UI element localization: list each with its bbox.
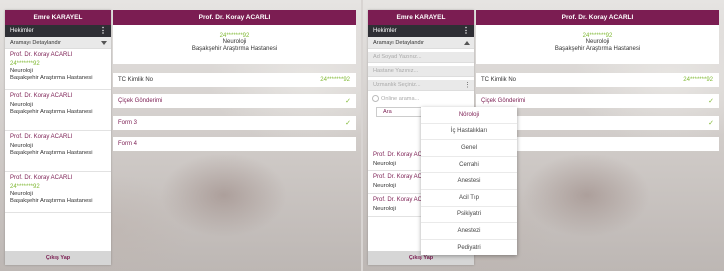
doctor-hospital: Başakşehir Araştırma Hastanesi [554,46,641,52]
chevron-up-icon [464,41,470,45]
doctor-dept: Neuroloji [585,39,610,45]
radio-icon [372,95,379,102]
doctor-dept: Neuroloji [10,143,33,149]
online-option[interactable]: Online arama... [372,95,419,102]
row-form4[interactable]: Form 4 [113,137,356,151]
doctor-name: Prof. Dr. Koray ACARLI [10,93,73,99]
dropdown-option[interactable]: Cerrahi [421,157,517,174]
row-label: Çiçek Gönderimi [118,98,163,104]
doctor-name: Prof. Dr. Koray ACARLI [10,175,73,181]
dropdown-option[interactable]: İç Hastalıkları [421,124,517,141]
doctor-card: 24*******92 Neuroloji Başakşehir Araştır… [113,25,356,64]
user-name: Emre KARAYEL [368,10,474,25]
screen-right: Emre KARAYEL Hekimler ⋮ Aramayı Detaylan… [363,0,724,271]
list-item[interactable]: Prof. Dr. Koray ACARLI 24*******92 Neuro… [5,172,111,213]
dropdown-option[interactable]: Pediyatri [421,240,517,256]
list-item[interactable]: Prof. Dr. Koray ACARLI Neuroloji Başakşe… [5,131,111,172]
dropdown-option[interactable]: Anestezi [421,223,517,240]
specialty-select[interactable]: Uzmanlık Seçiniz... ⋮ [368,80,474,91]
user-name: Emre KARAYEL [5,10,111,25]
doctor-header: Prof. Dr. Koray ACARLI [476,10,719,25]
list-item[interactable]: Prof. Dr. Koray ACARLI 24*******92 Neuro… [5,49,111,90]
doctor-name: Prof. Dr. Koray ACARLI [10,52,73,58]
dropdown-option[interactable]: Psikiyatri [421,207,517,224]
row-form3[interactable]: Form 3 ✓ [113,116,356,130]
doctor-hospital: Başakşehir Araştırma Hastanesi [10,198,93,204]
specialty-placeholder: Uzmanlık Seçiniz... [373,82,421,88]
row-label: Form 4 [118,141,138,147]
check-icon: ✓ [345,98,351,105]
check-icon: ✓ [345,120,351,127]
doctor-hospital: Başakşehir Araştırma Hastanesi [191,46,278,52]
dropdown-option[interactable]: Anestesi [421,173,517,190]
doctor-hospital: Başakşehir Araştırma Hastanesi [10,109,93,115]
check-icon: ✓ [708,120,714,127]
section-label: Hekimler [10,28,34,34]
name-input[interactable]: Ad Soyad Yazınız... [368,52,474,63]
chevron-down-icon [101,41,107,45]
list-item[interactable]: Prof. Dr. Koray ACARLI Neuroloji Başakşe… [5,90,111,131]
detail-panel: Prof. Dr. Koray ACARLI 24*******92 Neuro… [476,10,719,64]
online-label: Online arama... [381,95,420,102]
more-icon[interactable]: ⋮ [464,81,471,89]
doctor-dept: Neuroloji [10,68,33,74]
check-icon: ✓ [708,98,714,105]
tc-value: 24*******92 [320,77,350,83]
tc-row[interactable]: TC Kimlik No 24*******92 [476,73,719,87]
row-flower[interactable]: Çiçek Gönderimi ✓ [113,94,356,108]
logout-button[interactable]: Çıkış Yap [5,251,111,265]
doctor-header: Prof. Dr. Koray ACARLI [113,10,356,25]
filter-label: Aramayı Detaylandır [10,39,61,46]
section-label: Hekimler [373,28,397,34]
doctor-dept: Neuroloji [10,102,33,108]
sidebar: Emre KARAYEL Hekimler ⋮ Aramayı Detaylan… [5,10,111,265]
row-label: Form 3 [118,120,138,126]
specialty-dropdown: Nöroloji İç Hastalıkları Genel Cerrahi A… [421,107,517,256]
tc-label: TC Kimlik No [481,77,517,83]
doctor-card: 24*******92 Neuroloji Başakşehir Araştır… [476,25,719,64]
doctor-hospital: Başakşehir Araştırma Hastanesi [10,75,93,81]
filter-toggle[interactable]: Aramayı Detaylandır [5,37,111,49]
tc-label: TC Kimlik No [118,77,154,83]
doctor-dept: Neuroloji [222,39,247,45]
row-label: Çiçek Gönderimi [481,98,526,104]
screen-left: Emre KARAYEL Hekimler ⋮ Aramayı Detaylan… [0,0,361,271]
doctor-phone: 24*******92 [10,61,40,67]
section-header: Hekimler ⋮ [368,25,474,37]
section-header: Hekimler ⋮ [5,25,111,37]
doctor-hospital: Başakşehir Araştırma Hastanesi [10,150,93,156]
filter-toggle[interactable]: Aramayı Detaylandır [368,37,474,49]
more-icon[interactable]: ⋮ [462,26,470,35]
dropdown-option[interactable]: Genel [421,140,517,157]
filter-label: Aramayı Detaylandır [373,39,424,46]
more-icon[interactable]: ⋮ [99,26,107,35]
tc-row[interactable]: TC Kimlik No 24*******92 [113,73,356,87]
doctor-phone: 24*******92 [10,184,40,190]
dropdown-option[interactable]: Acil Tıp [421,190,517,207]
row-flower[interactable]: Çiçek Gönderimi ✓ [476,94,719,108]
tc-value: 24*******92 [683,77,713,83]
dropdown-option[interactable]: Nöroloji [421,107,517,124]
doctor-name: Prof. Dr. Koray ACARLI [10,134,73,140]
hospital-input[interactable]: Hastane Yazınız... [368,66,474,77]
doctor-dept: Neuroloji [10,191,33,197]
detail-panel: Prof. Dr. Koray ACARLI 24*******92 Neuro… [113,10,356,64]
